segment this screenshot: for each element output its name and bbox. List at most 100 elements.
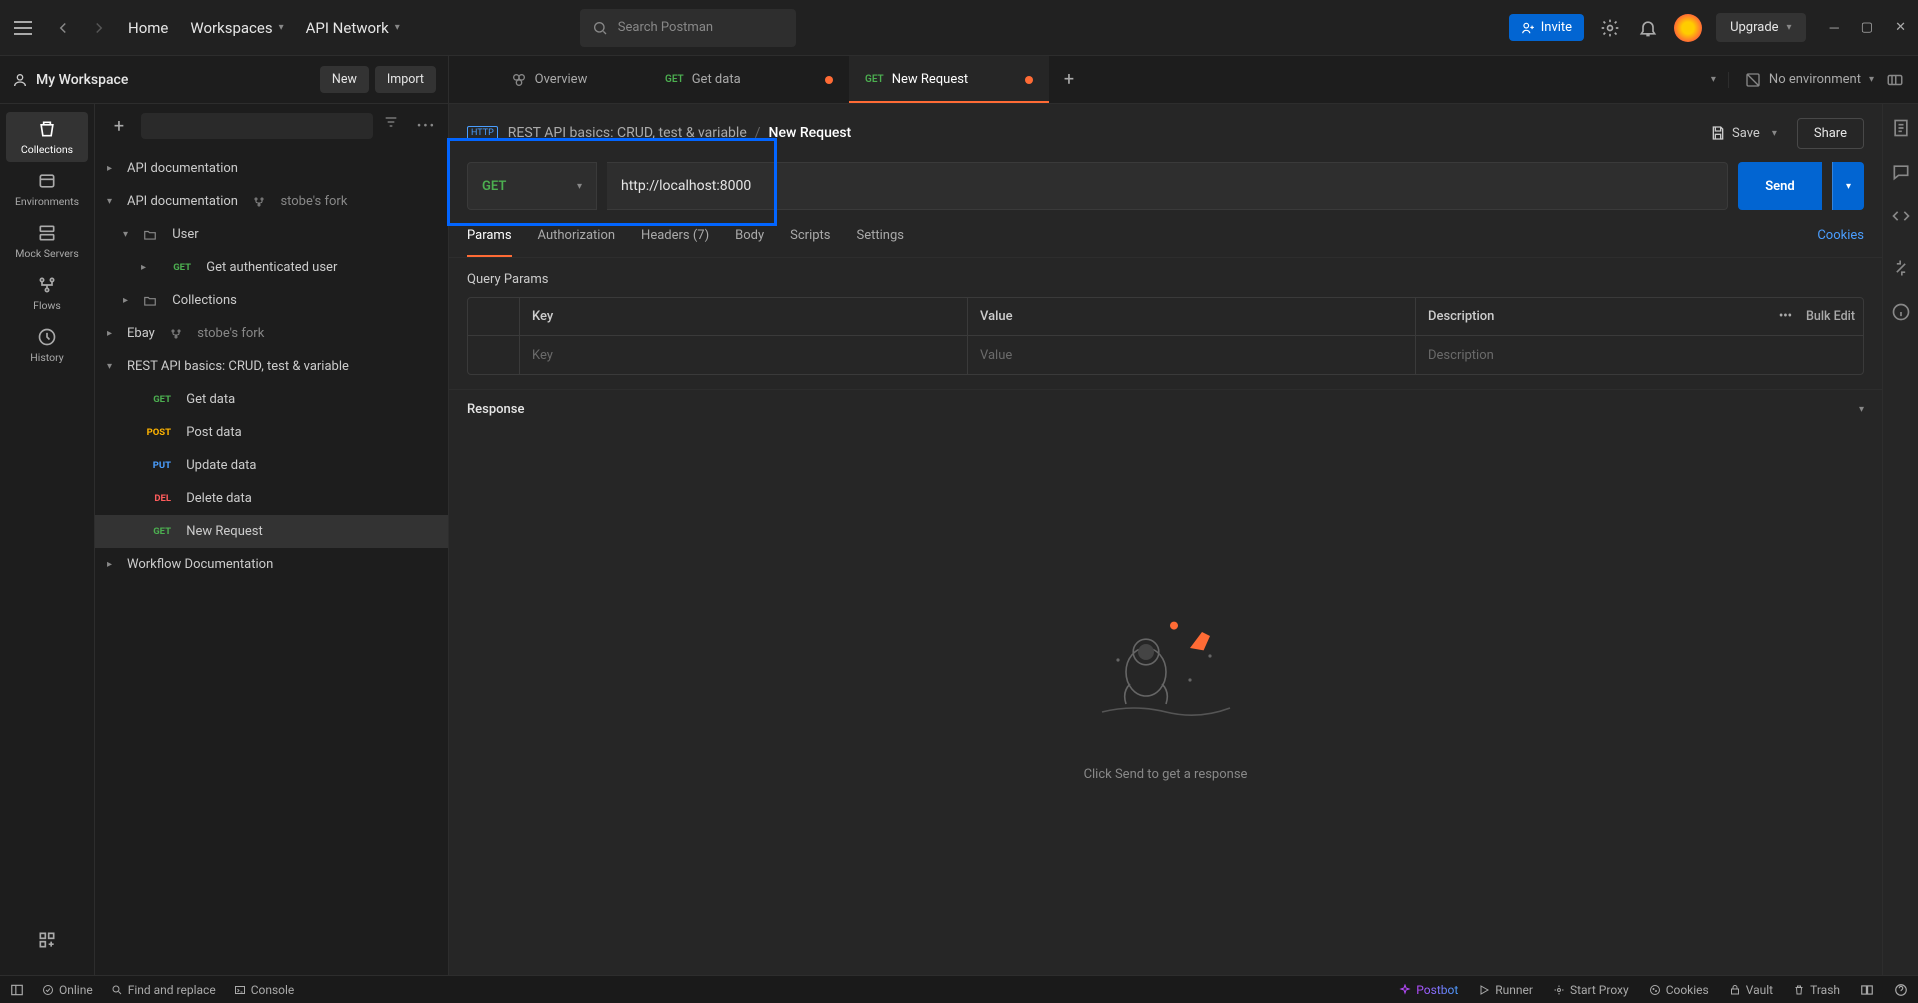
rail-flows[interactable]: Flows: [6, 268, 88, 318]
tree-item-user[interactable]: ▾ User: [95, 218, 448, 251]
nav-api-network[interactable]: API Network▾: [306, 19, 400, 37]
search-icon: [592, 20, 608, 36]
astronaut-illustration: [1086, 607, 1246, 737]
postbot-icon: [1399, 984, 1411, 996]
nav-workspaces[interactable]: Workspaces▾: [190, 19, 283, 37]
send-button[interactable]: Send: [1738, 162, 1822, 210]
tab-settings[interactable]: Settings: [857, 228, 904, 257]
share-button[interactable]: Share: [1797, 118, 1864, 149]
tabs-dropdown[interactable]: ▾: [1711, 74, 1716, 85]
rail-history[interactable]: History: [6, 320, 88, 370]
status-start-proxy[interactable]: Start Proxy: [1553, 983, 1629, 997]
two-pane-icon[interactable]: [1860, 983, 1874, 997]
tree-item-workflow-doc[interactable]: ▸Workflow Documentation: [95, 548, 448, 581]
window-maximize[interactable]: ▢: [1861, 20, 1873, 36]
tree-item-rest-basics[interactable]: ▾REST API basics: CRUD, test & variable: [95, 350, 448, 383]
upgrade-button[interactable]: Upgrade▾: [1716, 13, 1806, 42]
env-quick-look-icon[interactable]: [1886, 71, 1904, 89]
url-input[interactable]: http://localhost:8000: [607, 162, 1728, 210]
code-icon[interactable]: [1891, 206, 1911, 226]
tab-new-request[interactable]: GET New Request: [849, 56, 1049, 103]
environment-select[interactable]: No environment ▾: [1728, 72, 1874, 88]
related-icon[interactable]: [1891, 258, 1911, 278]
import-button[interactable]: Import: [375, 66, 436, 93]
menu-button[interactable]: [12, 17, 34, 39]
docs-icon[interactable]: [1891, 118, 1911, 138]
window-close[interactable]: ✕: [1895, 20, 1906, 36]
invite-button[interactable]: Invite: [1509, 14, 1584, 41]
tab-headers[interactable]: Headers (7): [641, 228, 709, 257]
value-input[interactable]: Value: [968, 336, 1416, 374]
settings-button[interactable]: [1598, 16, 1622, 40]
status-online[interactable]: Online: [42, 983, 93, 997]
comments-icon[interactable]: [1891, 162, 1911, 182]
rail-collections[interactable]: Collections: [6, 112, 88, 162]
col-key: Key: [520, 298, 968, 335]
titlebar: Home Workspaces▾ API Network▾ Search Pos…: [0, 0, 1918, 56]
tab-add-button[interactable]: +: [1049, 69, 1089, 90]
tab-authorization[interactable]: Authorization: [538, 228, 616, 257]
status-console[interactable]: Console: [234, 983, 295, 997]
help-icon[interactable]: [1894, 983, 1908, 997]
tree-item-post-data[interactable]: POST Post data: [95, 416, 448, 449]
tree-item-update-data[interactable]: PUT Update data: [95, 449, 448, 482]
status-runner[interactable]: Runner: [1478, 983, 1533, 997]
status-postbot[interactable]: Postbot: [1399, 983, 1458, 997]
tree-more-button[interactable]: •••: [417, 119, 436, 134]
back-icon[interactable]: [54, 19, 72, 37]
folder-icon: [143, 294, 157, 308]
tree-item-new-request[interactable]: GET New Request: [95, 515, 448, 548]
status-trash[interactable]: Trash: [1793, 983, 1840, 997]
rail-mock-servers[interactable]: Mock Servers: [6, 216, 88, 266]
params-table: Key Value Description ••• Bulk Edit Key …: [467, 297, 1864, 375]
tree-search[interactable]: [141, 113, 373, 139]
tree-add-button[interactable]: +: [107, 114, 131, 138]
status-cookies[interactable]: Cookies: [1649, 983, 1709, 997]
panel-toggle-icon[interactable]: [10, 983, 24, 997]
save-icon: [1710, 125, 1726, 141]
grid-plus-icon: [37, 930, 57, 950]
tree-item-delete-data[interactable]: DEL Delete data: [95, 482, 448, 515]
tab-get-data[interactable]: GET Get data: [649, 56, 849, 103]
tree-item-ebay[interactable]: ▸Ebay stobe's fork: [95, 317, 448, 350]
forward-icon[interactable]: [90, 19, 108, 37]
method-select[interactable]: GET ▾: [467, 162, 597, 210]
rail-configure[interactable]: [6, 915, 88, 965]
avatar[interactable]: [1674, 14, 1702, 42]
save-button[interactable]: Save▾: [1700, 119, 1787, 147]
row-more-button[interactable]: •••: [1779, 309, 1792, 324]
tab-overview[interactable]: Overview: [449, 56, 649, 103]
person-icon: [12, 72, 28, 88]
new-button[interactable]: New: [320, 66, 369, 93]
breadcrumb-parent[interactable]: REST API basics: CRUD, test & variable: [508, 125, 747, 141]
status-bar: Online Find and replace Console Postbot …: [0, 975, 1918, 1003]
status-find-replace[interactable]: Find and replace: [111, 983, 216, 997]
response-collapse[interactable]: ▾: [1859, 404, 1864, 415]
global-search[interactable]: Search Postman: [580, 9, 796, 47]
mock-servers-icon: [37, 223, 57, 243]
key-input[interactable]: Key: [520, 336, 968, 374]
unsaved-dot: [825, 76, 833, 84]
online-icon: [42, 984, 54, 996]
tree-item-get-auth-user[interactable]: ▸GET Get authenticated user: [95, 251, 448, 284]
window-minimize[interactable]: ─: [1830, 20, 1839, 36]
notifications-button[interactable]: [1636, 16, 1660, 40]
bulk-edit-button[interactable]: Bulk Edit: [1806, 309, 1855, 324]
tree-item-collections-folder[interactable]: ▸ Collections: [95, 284, 448, 317]
rail-environments[interactable]: Environments: [6, 164, 88, 214]
tree-item-get-data[interactable]: GET Get data: [95, 383, 448, 416]
tree-item-api-documentation[interactable]: ▸API documentation: [95, 152, 448, 185]
tab-scripts[interactable]: Scripts: [790, 228, 830, 257]
tree-item-api-documentation-fork[interactable]: ▾API documentation stobe's fork: [95, 185, 448, 218]
description-input[interactable]: Description: [1416, 336, 1863, 374]
cookies-link[interactable]: Cookies: [1817, 228, 1864, 257]
tab-params[interactable]: Params: [467, 228, 512, 257]
status-vault[interactable]: Vault: [1729, 983, 1773, 997]
nav-home[interactable]: Home: [128, 19, 168, 37]
filter-icon[interactable]: [383, 114, 407, 138]
workspace-name[interactable]: My Workspace: [12, 72, 128, 88]
send-dropdown[interactable]: ▾: [1832, 162, 1864, 210]
no-env-icon: [1745, 72, 1761, 88]
tab-body[interactable]: Body: [735, 228, 764, 257]
info-icon[interactable]: [1891, 302, 1911, 322]
